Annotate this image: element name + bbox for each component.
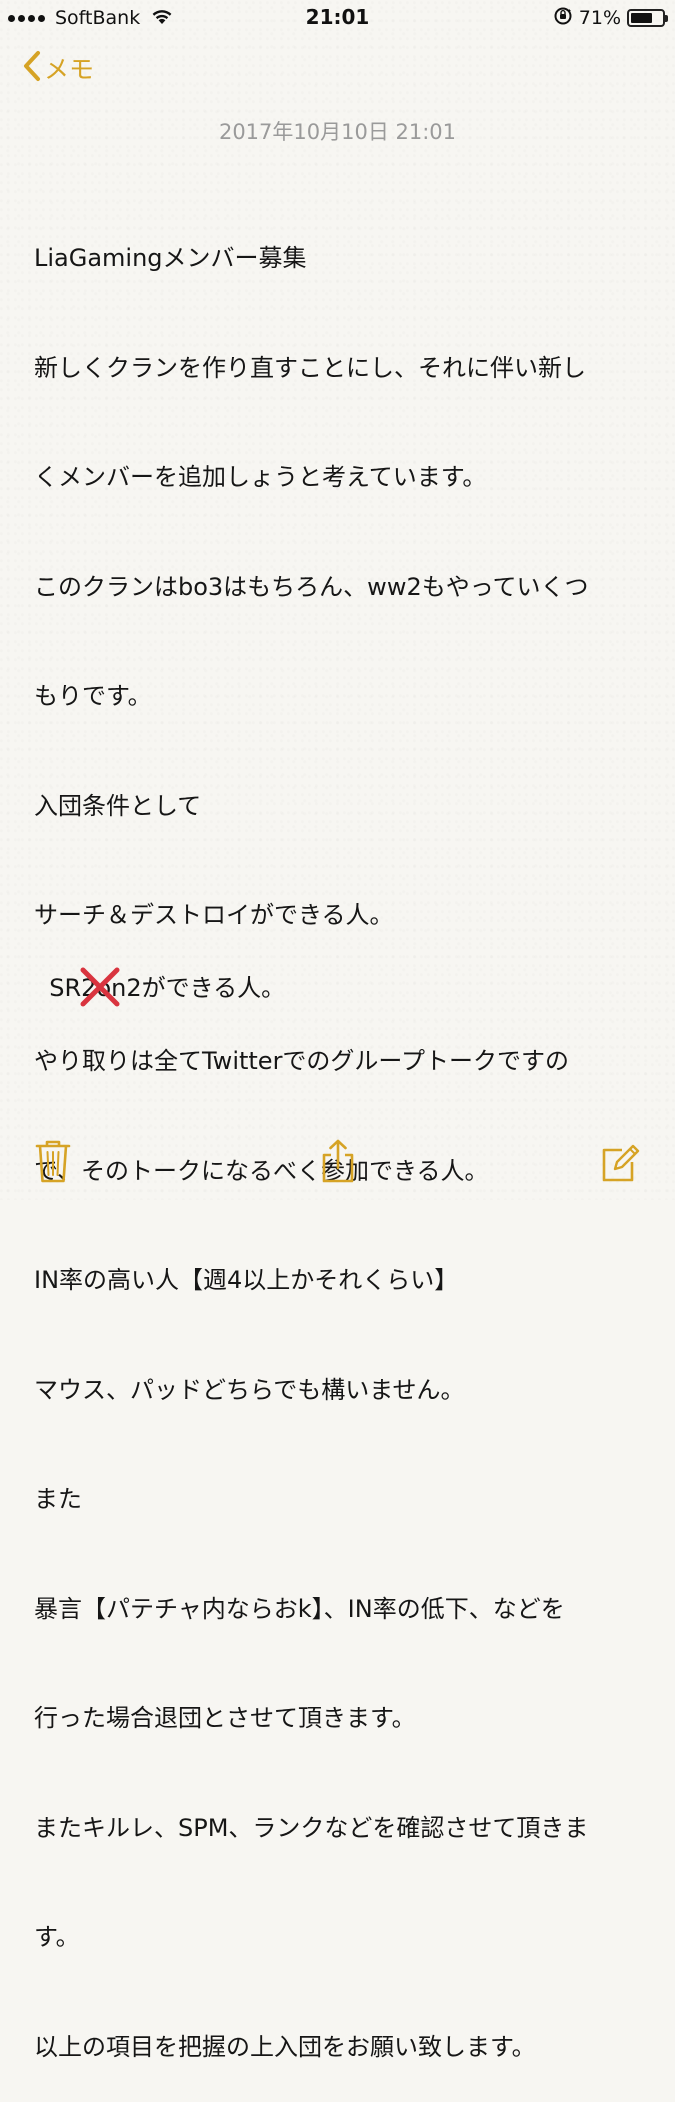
note-line: サーチ＆デストロイができる人。 bbox=[34, 901, 394, 929]
note-line: くメンバーを追加しょうと考えています。 bbox=[34, 463, 487, 491]
note-line: 新しくクランを作り直すことにし、それに伴い新し bbox=[34, 353, 586, 382]
note-line: もりです。 bbox=[34, 682, 152, 710]
battery-level bbox=[631, 13, 652, 23]
note-line: 入団条件として bbox=[34, 791, 202, 820]
note-line: す。 bbox=[34, 1923, 80, 1951]
note-line: またキルレ、SPM、ランクなどを確認させて頂きま bbox=[34, 1813, 589, 1842]
note-line: マウス、パッドどちらでも構いません。 bbox=[34, 1375, 465, 1404]
note-line-title: LiaGamingメンバー募集 bbox=[34, 244, 307, 272]
share-button[interactable] bbox=[318, 1138, 358, 1184]
note-line: IN率の高い人【週4以上かそれくらい】 bbox=[34, 1266, 459, 1294]
battery-percent: 71% bbox=[578, 7, 621, 29]
note-line: 暴言【パテチャ内ならおk】、IN率の低下、などを bbox=[34, 1594, 565, 1623]
orientation-lock-icon bbox=[553, 6, 573, 30]
status-right: 71% bbox=[553, 6, 668, 30]
note-line: 以上の項目を把握の上入団をお願い致します。 bbox=[34, 2032, 536, 2061]
note-line: SR2on2ができる人。 bbox=[49, 974, 286, 1002]
note-line-with-mark: SR2on2ができる人。 bbox=[49, 967, 286, 1007]
note-line: やり取りは全てTwitterでのグループトークですの bbox=[34, 1047, 569, 1075]
status-bar: SoftBank 21:01 71% bbox=[0, 0, 675, 36]
compose-button[interactable] bbox=[600, 1138, 640, 1184]
trash-icon bbox=[33, 1138, 73, 1184]
share-icon bbox=[318, 1138, 358, 1184]
battery-icon bbox=[627, 9, 668, 27]
trash-button[interactable] bbox=[33, 1138, 73, 1184]
back-button[interactable]: メモ bbox=[22, 50, 94, 86]
note-line: また bbox=[34, 1485, 82, 1513]
back-label: メモ bbox=[44, 55, 95, 84]
note-date: 2017年10月10日 21:01 bbox=[218, 120, 457, 144]
note-line: 行った場合退団とさせて頂きます。 bbox=[34, 1704, 416, 1732]
chevron-left-icon bbox=[22, 49, 42, 87]
compose-icon bbox=[600, 1138, 640, 1184]
bottom-toolbar bbox=[0, 1110, 675, 1200]
note-line: このクランはbo3はもちろん、ww2もやっていくつ bbox=[34, 572, 589, 601]
